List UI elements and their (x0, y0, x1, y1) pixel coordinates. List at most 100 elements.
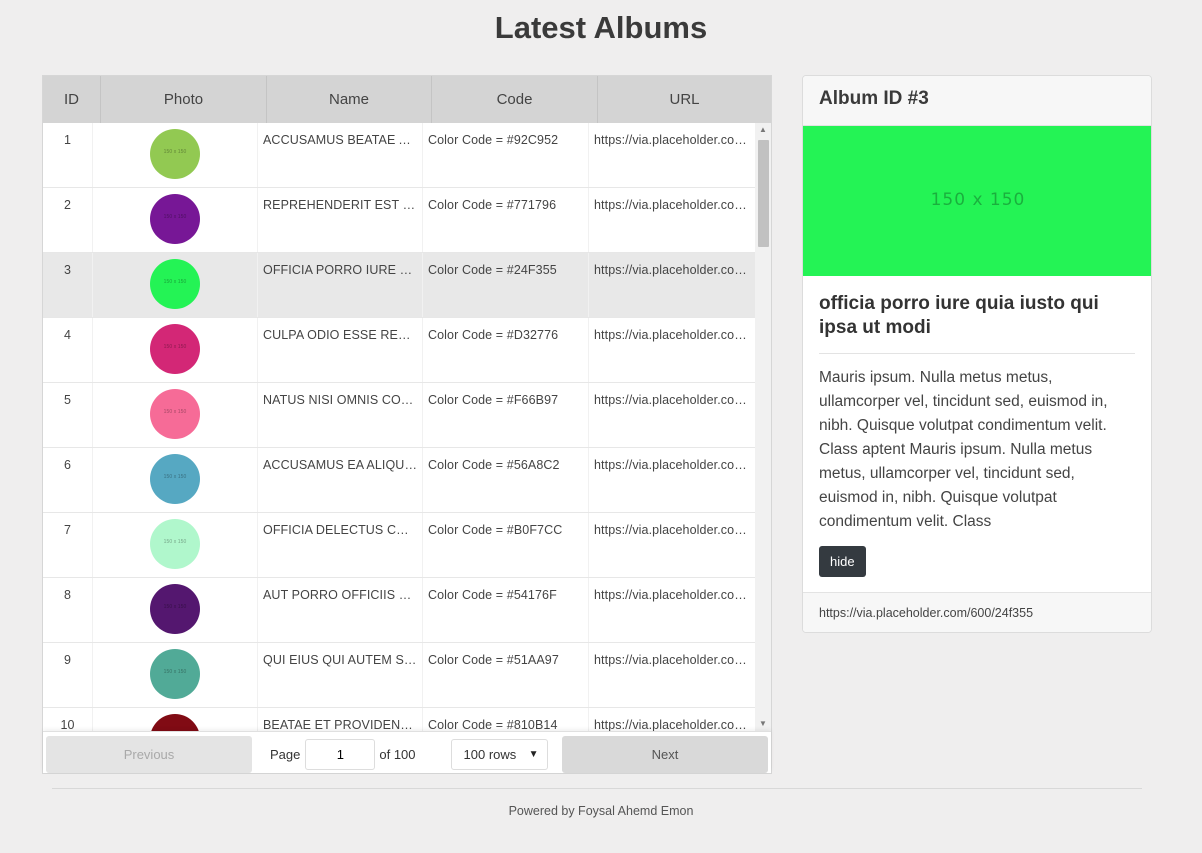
thumbnail-size-text: 150 x 150 (163, 474, 187, 480)
table-row[interactable]: 9 150 x 150 qui eius qui autem sed Color Co… (43, 643, 755, 708)
page-number-input[interactable] (305, 739, 376, 770)
cell-photo: 150 x 150 (93, 188, 258, 252)
card-footer-url: https://via.placeholder.com/600/24f355 (803, 592, 1151, 632)
cell-name: officia porro iure quia iusto qui ipsa u… (258, 253, 423, 317)
album-thumbnail[interactable]: 150 x 150 (150, 584, 200, 634)
table-row[interactable]: 4 150 x 150 culpa odio esse rerum omnis la… (43, 318, 755, 383)
thumbnail-size-text: 150 x 150 (163, 214, 187, 220)
table-row[interactable]: 5 150 x 150 natus nisi omnis corporis face… (43, 383, 755, 448)
cell-url: https://via.placeholder.com/600/771796 (594, 198, 755, 212)
cell-photo: 150 x 150 (93, 708, 258, 731)
page-label: Page (270, 747, 301, 762)
table-row[interactable]: 10 150 x 150 beatae et provident et ut vel… (43, 708, 755, 731)
cell-id: 4 (43, 318, 93, 382)
cell-name: culpa odio esse rerum omnis laboriosam v… (258, 318, 423, 382)
next-button[interactable]: Next (562, 736, 768, 773)
thumbnail-size-text: 150 x 150 (163, 409, 187, 415)
scroll-up-arrow-icon[interactable]: ▲ (755, 123, 771, 137)
cell-code: Color Code = #D32776 (423, 318, 589, 382)
album-thumbnail[interactable]: 150 x 150 (150, 259, 200, 309)
cell-id: 8 (43, 578, 93, 642)
column-header-name[interactable]: Name (267, 76, 432, 123)
cell-url: https://via.placeholder.com/600/d32776 (594, 328, 755, 342)
cell-id: 9 (43, 643, 93, 707)
page-controls: Page of 100 100 rows ▼ (270, 736, 548, 773)
thumbnail-size-text: 150 x 150 (163, 279, 187, 285)
hide-button[interactable]: hide (819, 546, 866, 577)
column-header-code[interactable]: Code (432, 76, 598, 123)
thumbnail-size-text: 150 x 150 (163, 344, 187, 350)
cell-code: Color Code = #54176F (423, 578, 589, 642)
cell-code: Color Code = #F66B97 (423, 383, 589, 447)
cell-photo: 150 x 150 (93, 448, 258, 512)
thumbnail-size-text: 150 x 150 (163, 669, 187, 675)
thumbnail-size-text: 150 x 150 (163, 539, 187, 545)
cell-url: https://via.placeholder.com/600/810b14 (594, 718, 755, 731)
cell-url: https://via.placeholder.com/600/56a8c2 (594, 458, 755, 472)
album-thumbnail[interactable]: 150 x 150 (150, 649, 200, 699)
table-scrollbar[interactable]: ▲ ▼ (755, 123, 771, 731)
cell-url: https://via.placeholder.com/600/92c952 (594, 133, 755, 147)
column-header-url[interactable]: URL (598, 76, 771, 123)
page-title: Latest Albums (494, 10, 708, 45)
cell-photo: 150 x 150 (93, 643, 258, 707)
cell-name: reprehenderit est deserunt velit ipsam (258, 188, 423, 252)
previous-button[interactable]: Previous (46, 736, 252, 773)
table-row[interactable]: 1 150 x 150 accusamus beatae ad facilis cu… (43, 123, 755, 188)
album-thumbnail[interactable]: 150 x 150 (150, 454, 200, 504)
album-thumbnail[interactable]: 150 x 150 (150, 194, 200, 244)
album-thumbnail[interactable]: 150 x 150 (150, 714, 200, 731)
pagination-bar: Previous Page of 100 100 rows ▼ Next (43, 731, 771, 773)
cell-id: 5 (43, 383, 93, 447)
album-image-size-text: 150 x 150 (930, 190, 1026, 210)
table-row[interactable]: 8 150 x 150 aut porro officiis laborum odi… (43, 578, 755, 643)
cell-photo: 150 x 150 (93, 253, 258, 317)
cell-photo: 150 x 150 (93, 123, 258, 187)
page-total: of 100 (379, 747, 416, 762)
cell-id: 10 (43, 708, 93, 731)
card-header: Album ID #3 (803, 76, 1151, 126)
thumbnail-size-text: 150 x 150 (163, 604, 187, 610)
table-row[interactable]: 6 150 x 150 accusamus ea aliquid et amet s… (43, 448, 755, 513)
cell-code: Color Code = #51AA97 (423, 643, 589, 707)
footer-credit: Powered by Foysal Ahemd Emon (508, 804, 694, 818)
card-title: officia porro iure quia iusto qui ipsa u… (819, 292, 1135, 354)
cell-name: accusamus ea aliquid et amet sequi nemo (258, 448, 423, 512)
album-thumbnail[interactable]: 150 x 150 (150, 389, 200, 439)
table-body: 1 150 x 150 accusamus beatae ad facilis cu… (43, 123, 755, 731)
cell-name: aut porro officiis laborum odit ea lauda… (258, 578, 423, 642)
album-thumbnail[interactable]: 150 x 150 (150, 129, 200, 179)
cell-url: https://via.placeholder.com/600/b0f7cc (594, 523, 755, 537)
cell-name: beatae et provident et ut vel (258, 708, 423, 731)
footer-divider (52, 788, 1142, 789)
scroll-down-arrow-icon[interactable]: ▼ (755, 717, 771, 731)
table-row[interactable]: 2 150 x 150 reprehenderit est deserunt vel… (43, 188, 755, 253)
table-row[interactable]: 7 150 x 150 officia delectus consequatur v… (43, 513, 755, 578)
scroll-thumb[interactable] (758, 140, 769, 247)
cell-photo: 150 x 150 (93, 513, 258, 577)
cell-photo: 150 x 150 (93, 383, 258, 447)
cell-name: accusamus beatae ad facilis cum similiqu… (258, 123, 423, 187)
cell-id: 7 (43, 513, 93, 577)
cell-id: 3 (43, 253, 93, 317)
column-header-photo[interactable]: Photo (101, 76, 267, 123)
column-header-id[interactable]: ID (43, 76, 101, 123)
cell-url: https://via.placeholder.com/600/51aa97 (594, 653, 755, 667)
rows-per-page-select[interactable]: 100 rows ▼ (450, 739, 548, 770)
album-thumbnail[interactable]: 150 x 150 (150, 519, 200, 569)
albums-table: ID Photo Name Code URL 1 150 x 150 accusam… (42, 75, 772, 774)
cell-url: https://via.placeholder.com/600/f66b97 (594, 393, 755, 407)
card-body: officia porro iure quia iusto qui ipsa u… (803, 276, 1151, 577)
album-image: 150 x 150 (803, 126, 1151, 276)
cell-code: Color Code = #B0F7CC (423, 513, 589, 577)
thumbnail-size-text: 150 x 150 (163, 149, 187, 155)
cell-url: https://via.placeholder.com/600/54176f (594, 588, 755, 602)
table-row[interactable]: 3 150 x 150 officia porro iure quia iusto … (43, 253, 755, 318)
caret-down-icon: ▼ (528, 749, 539, 760)
album-detail-card: Album ID #3 150 x 150 officia porro iure… (802, 75, 1152, 633)
cell-code: Color Code = #771796 (423, 188, 589, 252)
cell-id: 2 (43, 188, 93, 252)
cell-code: Color Code = #24F355 (423, 253, 589, 317)
album-thumbnail[interactable]: 150 x 150 (150, 324, 200, 374)
cell-photo: 150 x 150 (93, 578, 258, 642)
